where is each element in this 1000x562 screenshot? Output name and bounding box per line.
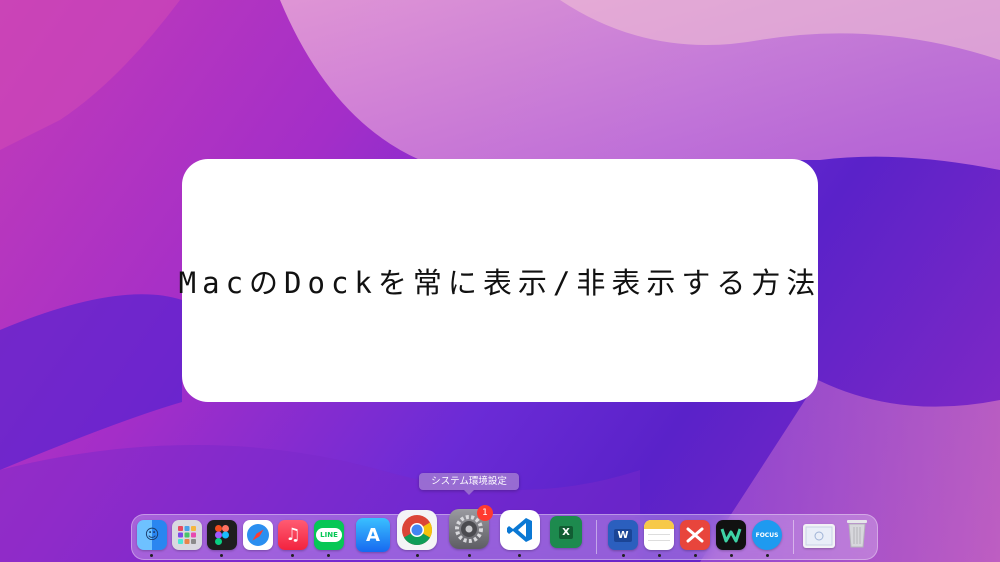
- article-title: MacのDockを常に表示/非表示する方法: [178, 265, 822, 300]
- app-store-icon[interactable]: A: [356, 518, 390, 552]
- line-label: LINE: [316, 528, 342, 542]
- launchpad-icon[interactable]: [172, 520, 202, 550]
- trash-icon[interactable]: [842, 518, 872, 548]
- chrome-icon[interactable]: [397, 510, 437, 550]
- running-indicator: [622, 554, 625, 557]
- word-icon[interactable]: W: [608, 520, 638, 550]
- xmind-icon[interactable]: [680, 520, 710, 550]
- finder-icon[interactable]: ☺: [137, 520, 167, 550]
- line-icon[interactable]: LINE: [314, 520, 344, 550]
- running-indicator: [220, 554, 223, 557]
- dock-separator: [793, 520, 794, 554]
- running-indicator: [416, 554, 419, 557]
- notes-icon[interactable]: [644, 520, 674, 550]
- vscode-icon[interactable]: [500, 510, 540, 550]
- music-icon[interactable]: ♫: [278, 520, 308, 550]
- running-indicator: [327, 554, 330, 557]
- title-card: MacのDockを常に表示/非表示する方法: [179, 159, 818, 402]
- running-indicator: [291, 554, 294, 557]
- running-indicator: [658, 554, 661, 557]
- running-indicator: [730, 554, 733, 557]
- figma-icon[interactable]: [207, 520, 237, 550]
- safari-icon[interactable]: [243, 520, 273, 550]
- excel-icon[interactable]: X: [550, 516, 582, 548]
- focus-label: FOCUS: [755, 531, 779, 539]
- excel-label: X: [559, 525, 573, 539]
- word-label: W: [614, 528, 632, 542]
- running-indicator: [694, 554, 697, 557]
- webex-icon[interactable]: [716, 520, 746, 550]
- running-indicator: [468, 554, 471, 557]
- focus-icon[interactable]: FOCUS: [752, 520, 782, 550]
- running-indicator: [150, 554, 153, 557]
- downloads-folder-icon[interactable]: [803, 524, 835, 548]
- running-indicator: [518, 554, 521, 557]
- dock-separator: [596, 520, 597, 554]
- dock-tooltip: システム環境設定: [419, 473, 519, 495]
- running-indicator: [766, 554, 769, 557]
- notification-badge: 1: [477, 505, 493, 521]
